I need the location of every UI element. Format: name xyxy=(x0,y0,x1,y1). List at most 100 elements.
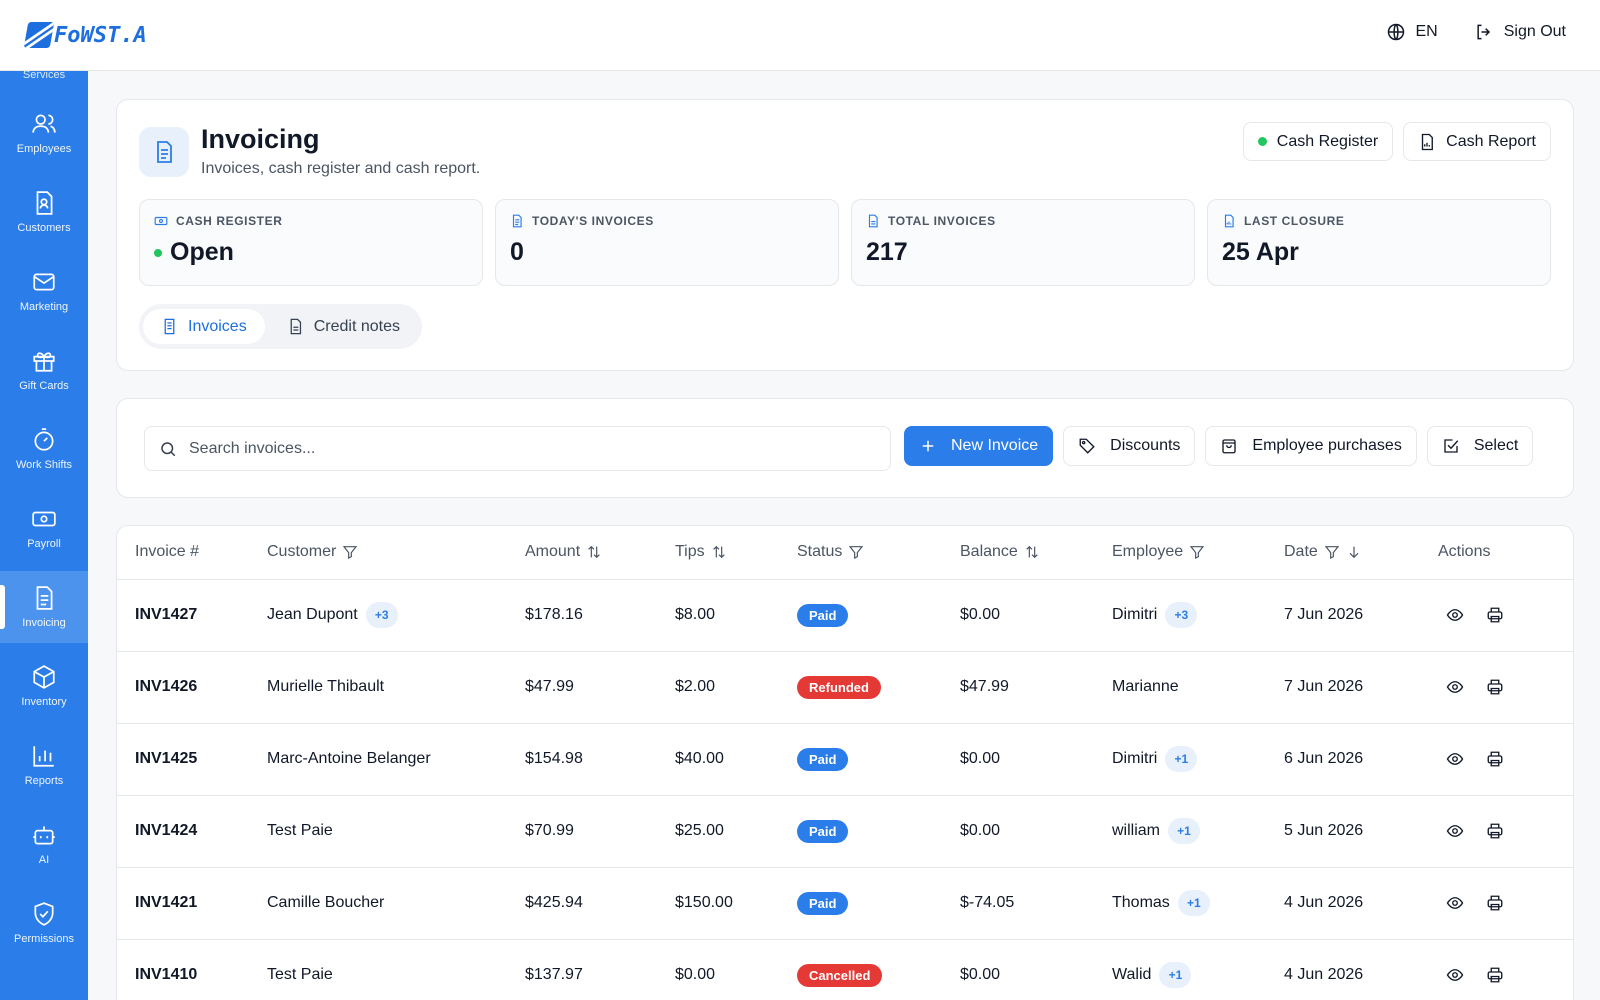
search-input[interactable] xyxy=(189,439,869,458)
filter-icon[interactable] xyxy=(848,544,864,560)
invoice-number[interactable]: INV1426 xyxy=(117,651,249,724)
printer-icon[interactable] xyxy=(1486,606,1504,624)
sidebar-item-payroll[interactable]: Payroll xyxy=(0,492,88,564)
invoice-number[interactable]: INV1410 xyxy=(117,939,249,1000)
invoice-number[interactable]: INV1424 xyxy=(117,795,249,868)
printer-icon[interactable] xyxy=(1486,750,1504,768)
column-header-employee[interactable]: Employee xyxy=(1094,526,1266,580)
stat-label: LAST CLOSURE xyxy=(1244,214,1345,228)
view-eye-icon[interactable] xyxy=(1446,894,1464,912)
customer-name[interactable]: Murielle Thibault xyxy=(267,678,384,695)
column-header-date[interactable]: Date xyxy=(1266,526,1420,580)
sort-icon[interactable] xyxy=(586,544,602,560)
view-eye-icon[interactable] xyxy=(1446,606,1464,624)
date-cell: 7 Jun 2026 xyxy=(1266,579,1420,652)
view-eye-icon[interactable] xyxy=(1446,822,1464,840)
status-badge: Paid xyxy=(797,747,849,771)
sidebar-item-gift-cards[interactable]: Gift Cards xyxy=(0,334,88,406)
invoice-number[interactable]: INV1427 xyxy=(117,579,249,652)
sort-desc-icon[interactable] xyxy=(1346,544,1362,560)
date-cell: 5 Jun 2026 xyxy=(1266,795,1420,868)
invoice-number[interactable]: INV1425 xyxy=(117,723,249,796)
table-row[interactable]: INV1425 Marc-Antoine Belanger $154.98 $40.0… xyxy=(117,723,1573,796)
customer-name[interactable]: Marc-Antoine Belanger xyxy=(267,750,431,767)
tab-credit-notes[interactable]: Credit notes xyxy=(269,309,418,344)
sidebar-item-ai[interactable]: AI xyxy=(0,808,88,880)
employee-more-badge[interactable]: +1 xyxy=(1168,818,1200,844)
table-row[interactable]: INV1427 Jean Dupont +3 $178.16 $8.00 Paid $0.0… xyxy=(117,579,1573,652)
sidebar-item-marketing[interactable]: Marketing xyxy=(0,255,88,327)
tips-cell: $2.00 xyxy=(657,651,779,724)
report-file-icon xyxy=(1224,214,1234,228)
sidebar-item-label: Employees xyxy=(16,143,72,155)
column-header-tips[interactable]: Tips xyxy=(657,526,779,580)
status-cell: Paid xyxy=(779,867,942,940)
invoice-icon xyxy=(164,318,175,335)
column-header-status[interactable]: Status xyxy=(779,526,942,580)
column-header-balance[interactable]: Balance xyxy=(942,526,1094,580)
column-header-customer[interactable]: Customer xyxy=(249,526,507,580)
language-selector[interactable]: EN xyxy=(1386,22,1438,42)
sidebar-item-permissions[interactable]: Permissions xyxy=(0,887,88,959)
invoice-icon xyxy=(512,214,522,228)
employee-more-badge[interactable]: +3 xyxy=(1165,602,1198,628)
sidebar-item-work-shifts[interactable]: Work Shifts xyxy=(0,413,88,485)
printer-icon[interactable] xyxy=(1486,822,1504,840)
employee-more-badge[interactable]: +1 xyxy=(1159,962,1192,988)
checkbox-icon xyxy=(1444,439,1459,453)
date-cell: 6 Jun 2026 xyxy=(1266,723,1420,796)
tips-cell: $25.00 xyxy=(657,795,779,868)
discounts-button[interactable]: Discounts xyxy=(1063,426,1196,466)
view-eye-icon[interactable] xyxy=(1446,678,1464,696)
sign-out-button[interactable]: Sign Out xyxy=(1474,22,1566,42)
customer-name[interactable]: Camille Boucher xyxy=(267,894,384,911)
table-header-row: Invoice # Customer Amount Tips Status Ba… xyxy=(117,526,1573,580)
customer-cell: Test Paie xyxy=(249,795,507,868)
filter-icon[interactable] xyxy=(1324,544,1340,560)
employee-more-badge[interactable]: +1 xyxy=(1165,746,1198,772)
sidebar-item-customers[interactable]: Customers xyxy=(0,176,88,248)
customer-name[interactable]: Jean Dupont xyxy=(267,606,358,623)
customer-more-badge[interactable]: +3 xyxy=(365,602,398,628)
cash-report-button[interactable]: Cash Report xyxy=(1403,122,1551,161)
invoice-number[interactable]: INV1421 xyxy=(117,867,249,940)
table-row[interactable]: INV1410 Test Paie $137.97 $0.00 Cancelled $0.… xyxy=(117,939,1573,1000)
status-badge: Paid xyxy=(797,891,849,915)
employee-purchases-button[interactable]: Employee purchases xyxy=(1205,426,1417,466)
employee-name: Thomas xyxy=(1112,894,1170,911)
cash-register-button[interactable]: Cash Register xyxy=(1242,122,1394,161)
stat-label: TOTAL INVOICES xyxy=(888,214,996,228)
printer-icon[interactable] xyxy=(1486,966,1504,984)
sidebar-item-label: Marketing xyxy=(19,301,69,313)
cash-report-label: Cash Report xyxy=(1446,132,1536,150)
sort-icon[interactable] xyxy=(711,544,727,560)
employee-more-badge[interactable]: +1 xyxy=(1177,890,1210,916)
column-header-amount[interactable]: Amount xyxy=(507,526,657,580)
status-dot-icon xyxy=(1257,137,1267,146)
printer-icon[interactable] xyxy=(1486,894,1504,912)
amount-cell: $137.97 xyxy=(507,939,657,1000)
sidebar-item-invoicing[interactable]: Invoicing xyxy=(0,571,88,643)
sidebar-item-employees[interactable]: Employees xyxy=(0,97,88,169)
table-row[interactable]: INV1424 Test Paie $70.99 $25.00 Paid $0.00 wil… xyxy=(117,795,1573,868)
new-invoice-button[interactable]: New Invoice xyxy=(904,426,1054,466)
sidebar-item-reports[interactable]: Reports xyxy=(0,729,88,801)
sort-icon[interactable] xyxy=(1024,544,1040,560)
open-status-dot-icon xyxy=(154,248,162,257)
tips-cell: $0.00 xyxy=(657,939,779,1000)
filter-icon[interactable] xyxy=(342,544,358,560)
tab-invoices[interactable]: Invoices xyxy=(143,309,265,344)
view-eye-icon[interactable] xyxy=(1446,750,1464,768)
customer-name[interactable]: Test Paie xyxy=(267,966,333,983)
app-logo[interactable]: FoWST.A xyxy=(23,20,147,50)
sidebar-item-inventory[interactable]: Inventory xyxy=(0,650,88,722)
balance-cell: $47.99 xyxy=(942,651,1094,724)
users-icon xyxy=(32,114,56,133)
table-row[interactable]: INV1421 Camille Boucher $425.94 $150.00 Paid… xyxy=(117,867,1573,940)
filter-icon[interactable] xyxy=(1189,544,1205,560)
table-row[interactable]: INV1426 Murielle Thibault $47.99 $2.00 Refun… xyxy=(117,651,1573,724)
view-eye-icon[interactable] xyxy=(1446,966,1464,984)
customer-name[interactable]: Test Paie xyxy=(267,822,333,839)
printer-icon[interactable] xyxy=(1486,678,1504,696)
select-button[interactable]: Select xyxy=(1426,426,1534,466)
